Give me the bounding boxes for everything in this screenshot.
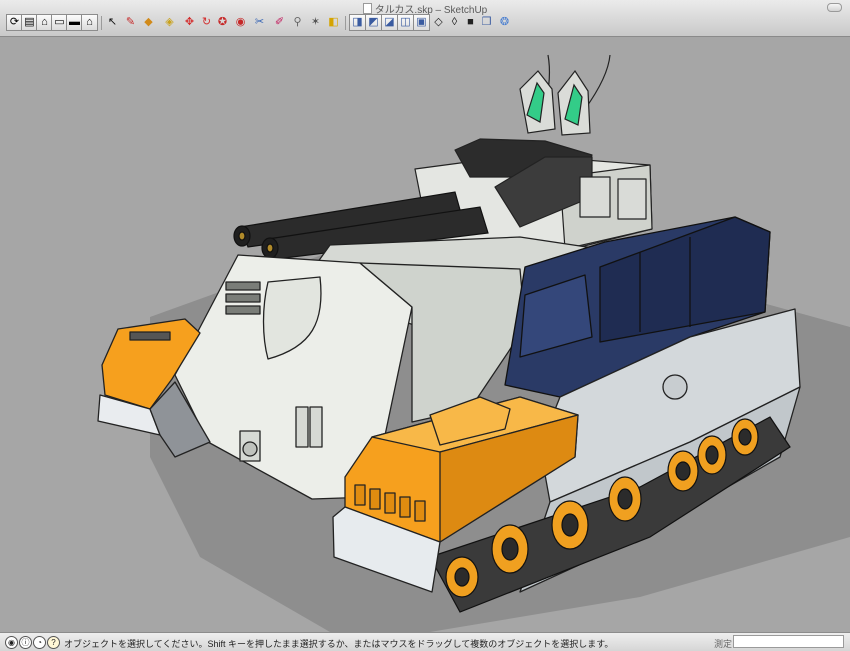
offset-icon[interactable]: ◉ <box>232 14 249 31</box>
measurements-input[interactable] <box>733 635 844 648</box>
credits-icon[interactable]: ⓘ <box>19 636 32 649</box>
rotate-icon[interactable]: ↻ <box>198 14 215 31</box>
user-icon[interactable]: ◔ <box>33 636 46 649</box>
toolbar: ⟳ ▤ ⌂ ▭ ▬ ⌂ ↖ ✎ ◆ ◈ ✥ ↻ ✪ ◉ ✂ ✐ ⚲ ✶ ◧ ◨ … <box>0 12 850 34</box>
iso-view-icon[interactable]: ◧ <box>325 14 342 31</box>
top-view-box-icon[interactable]: ◨ <box>349 14 366 31</box>
eraser-icon[interactable]: ✐ <box>271 14 288 31</box>
status-bar: ◉ ⓘ ◔ ? オブジェクトを選択してください。Shift キーを押したまま選択… <box>0 632 850 651</box>
front-view-box-icon[interactable]: ◩ <box>365 14 382 31</box>
help-icon[interactable]: ? <box>47 636 60 649</box>
paint-bucket-icon[interactable]: ◆ <box>140 14 157 31</box>
pencil-icon[interactable]: ✎ <box>122 14 139 31</box>
follow-me-icon[interactable]: ✪ <box>214 14 231 31</box>
house-icon[interactable]: ⌂ <box>81 14 98 31</box>
component-box-icon[interactable]: ❒ <box>478 14 495 31</box>
model-viewport[interactable] <box>0 37 850 632</box>
measurements-label: 測定 <box>714 639 733 649</box>
tape-measure-icon[interactable]: ✂ <box>251 14 268 31</box>
back-view-box-icon[interactable]: ◫ <box>397 14 414 31</box>
zoom-extents-icon[interactable]: ✶ <box>307 14 324 31</box>
left-view-box-icon[interactable]: ▣ <box>413 14 430 31</box>
select-arrow-icon[interactable]: ↖ <box>104 14 121 31</box>
push-pull-icon[interactable]: ◈ <box>161 14 178 31</box>
move-icon[interactable]: ✥ <box>181 14 198 31</box>
toolbar-toggle-button[interactable] <box>827 3 842 12</box>
toolbar-separator <box>345 16 346 30</box>
wireframe-icon[interactable]: ◊ <box>446 14 463 31</box>
geo-location-icon[interactable]: ◉ <box>5 636 18 649</box>
sensor-pods <box>519 54 611 136</box>
xray-icon[interactable]: ◇ <box>430 14 447 31</box>
tank-model-drawing[interactable] <box>0 37 850 632</box>
toolbar-separator <box>101 16 102 30</box>
zoom-icon[interactable]: ⚲ <box>289 14 306 31</box>
title-bar: タルカス.skp – SketchUp ⟳ ▤ ⌂ ▭ ▬ ⌂ ↖ ✎ ◆ ◈ … <box>0 0 850 37</box>
solid-icon[interactable]: ■ <box>462 14 479 31</box>
status-message: オブジェクトを選択してください。Shift キーを押したまま選択するか、またはマ… <box>64 639 614 649</box>
right-view-box-icon[interactable]: ◪ <box>381 14 398 31</box>
sketchup-window: タルカス.skp – SketchUp ⟳ ▤ ⌂ ▭ ▬ ⌂ ↖ ✎ ◆ ◈ … <box>0 0 850 651</box>
extension-icon[interactable]: ❂ <box>496 14 513 31</box>
